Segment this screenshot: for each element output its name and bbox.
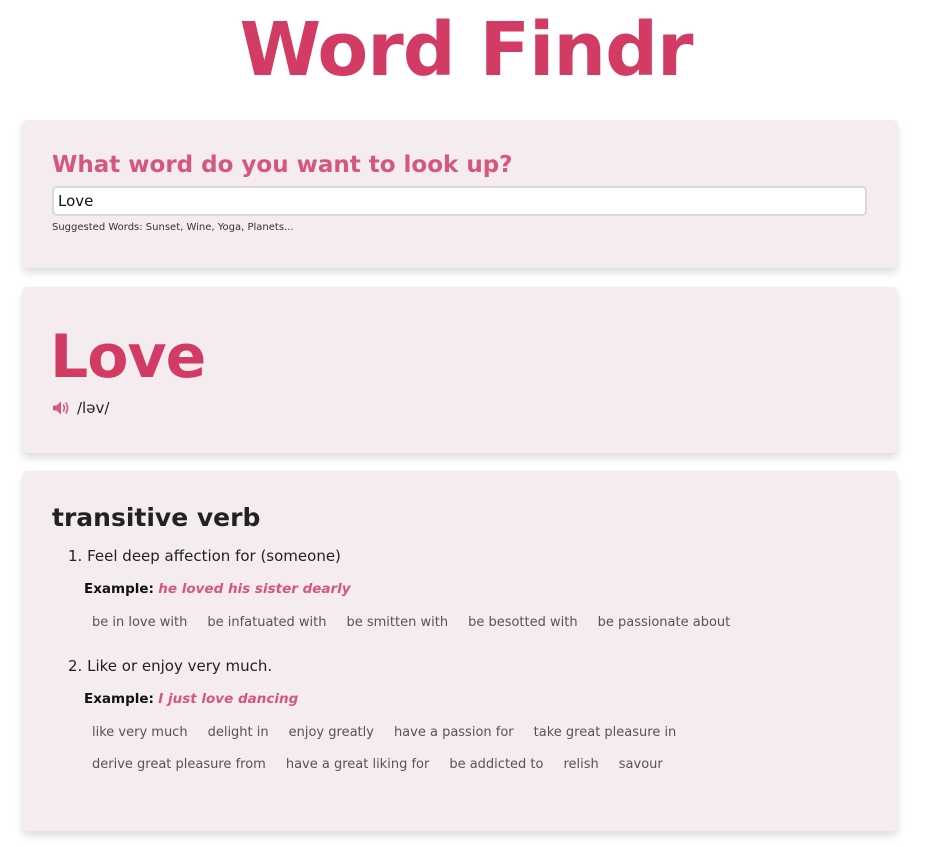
meaning-number: 1. <box>68 547 83 565</box>
synonym-chip[interactable]: be infatuated with <box>207 613 326 633</box>
search-input[interactable] <box>52 186 867 216</box>
synonym-chip[interactable]: enjoy greatly <box>289 723 374 743</box>
synonym-chip[interactable]: be addicted to <box>449 755 543 775</box>
synonym-chip[interactable]: have a great liking for <box>286 755 430 775</box>
example-label: Example: <box>84 691 154 707</box>
synonym-chip[interactable]: savour <box>619 755 663 775</box>
synonym-chip[interactable]: delight in <box>208 723 269 743</box>
definition-card: transitive verb 1. Feel deep affection f… <box>22 471 898 831</box>
synonym-chip[interactable]: relish <box>563 755 598 775</box>
synonym-chip[interactable]: like very much <box>92 723 188 743</box>
example-text: he loved his sister dearly <box>158 581 351 597</box>
meaning-definition: Feel deep affection for (someone) <box>87 547 341 565</box>
example-text: I just love dancing <box>158 691 299 707</box>
speaker-icon[interactable] <box>52 400 71 416</box>
synonym-chip[interactable]: take great pleasure in <box>534 723 677 743</box>
synonym-chip[interactable]: have a passion for <box>394 723 514 743</box>
part-of-speech: transitive verb <box>52 503 261 532</box>
example-row: Example: he loved his sister dearly <box>68 579 868 599</box>
word-card: Love /ləv/ <box>22 287 898 453</box>
synonym-chip[interactable]: be in love with <box>92 613 187 633</box>
example-label: Example: <box>84 581 154 597</box>
search-card: What word do you want to look up? Sugges… <box>22 120 898 268</box>
meaning-item: 2. Like or enjoy very much. Example: I j… <box>68 655 868 775</box>
phonetic-text: /ləv/ <box>77 399 110 417</box>
suggested-words: Suggested Words: Sunset, Wine, Yoga, Pla… <box>52 222 294 233</box>
meaning-number: 2. <box>68 657 83 675</box>
synonym-chip[interactable]: be passionate about <box>598 613 731 633</box>
phonetic-row: /ləv/ <box>52 399 109 417</box>
synonym-chip[interactable]: derive great pleasure from <box>92 755 266 775</box>
word-title: Love <box>50 322 206 392</box>
synonym-list: be in love with be infatuated with be sm… <box>68 613 868 633</box>
app-title: Word Findr <box>239 7 693 93</box>
synonym-chip[interactable]: be besotted with <box>468 613 578 633</box>
meaning-definition: Like or enjoy very much. <box>87 657 273 675</box>
search-heading: What word do you want to look up? <box>52 152 513 178</box>
synonym-list: like very much delight in enjoy greatly … <box>68 723 868 775</box>
synonym-chip[interactable]: be smitten with <box>346 613 448 633</box>
example-row: Example: I just love dancing <box>68 689 868 709</box>
meaning-item: 1. Feel deep affection for (someone) Exa… <box>68 545 868 633</box>
